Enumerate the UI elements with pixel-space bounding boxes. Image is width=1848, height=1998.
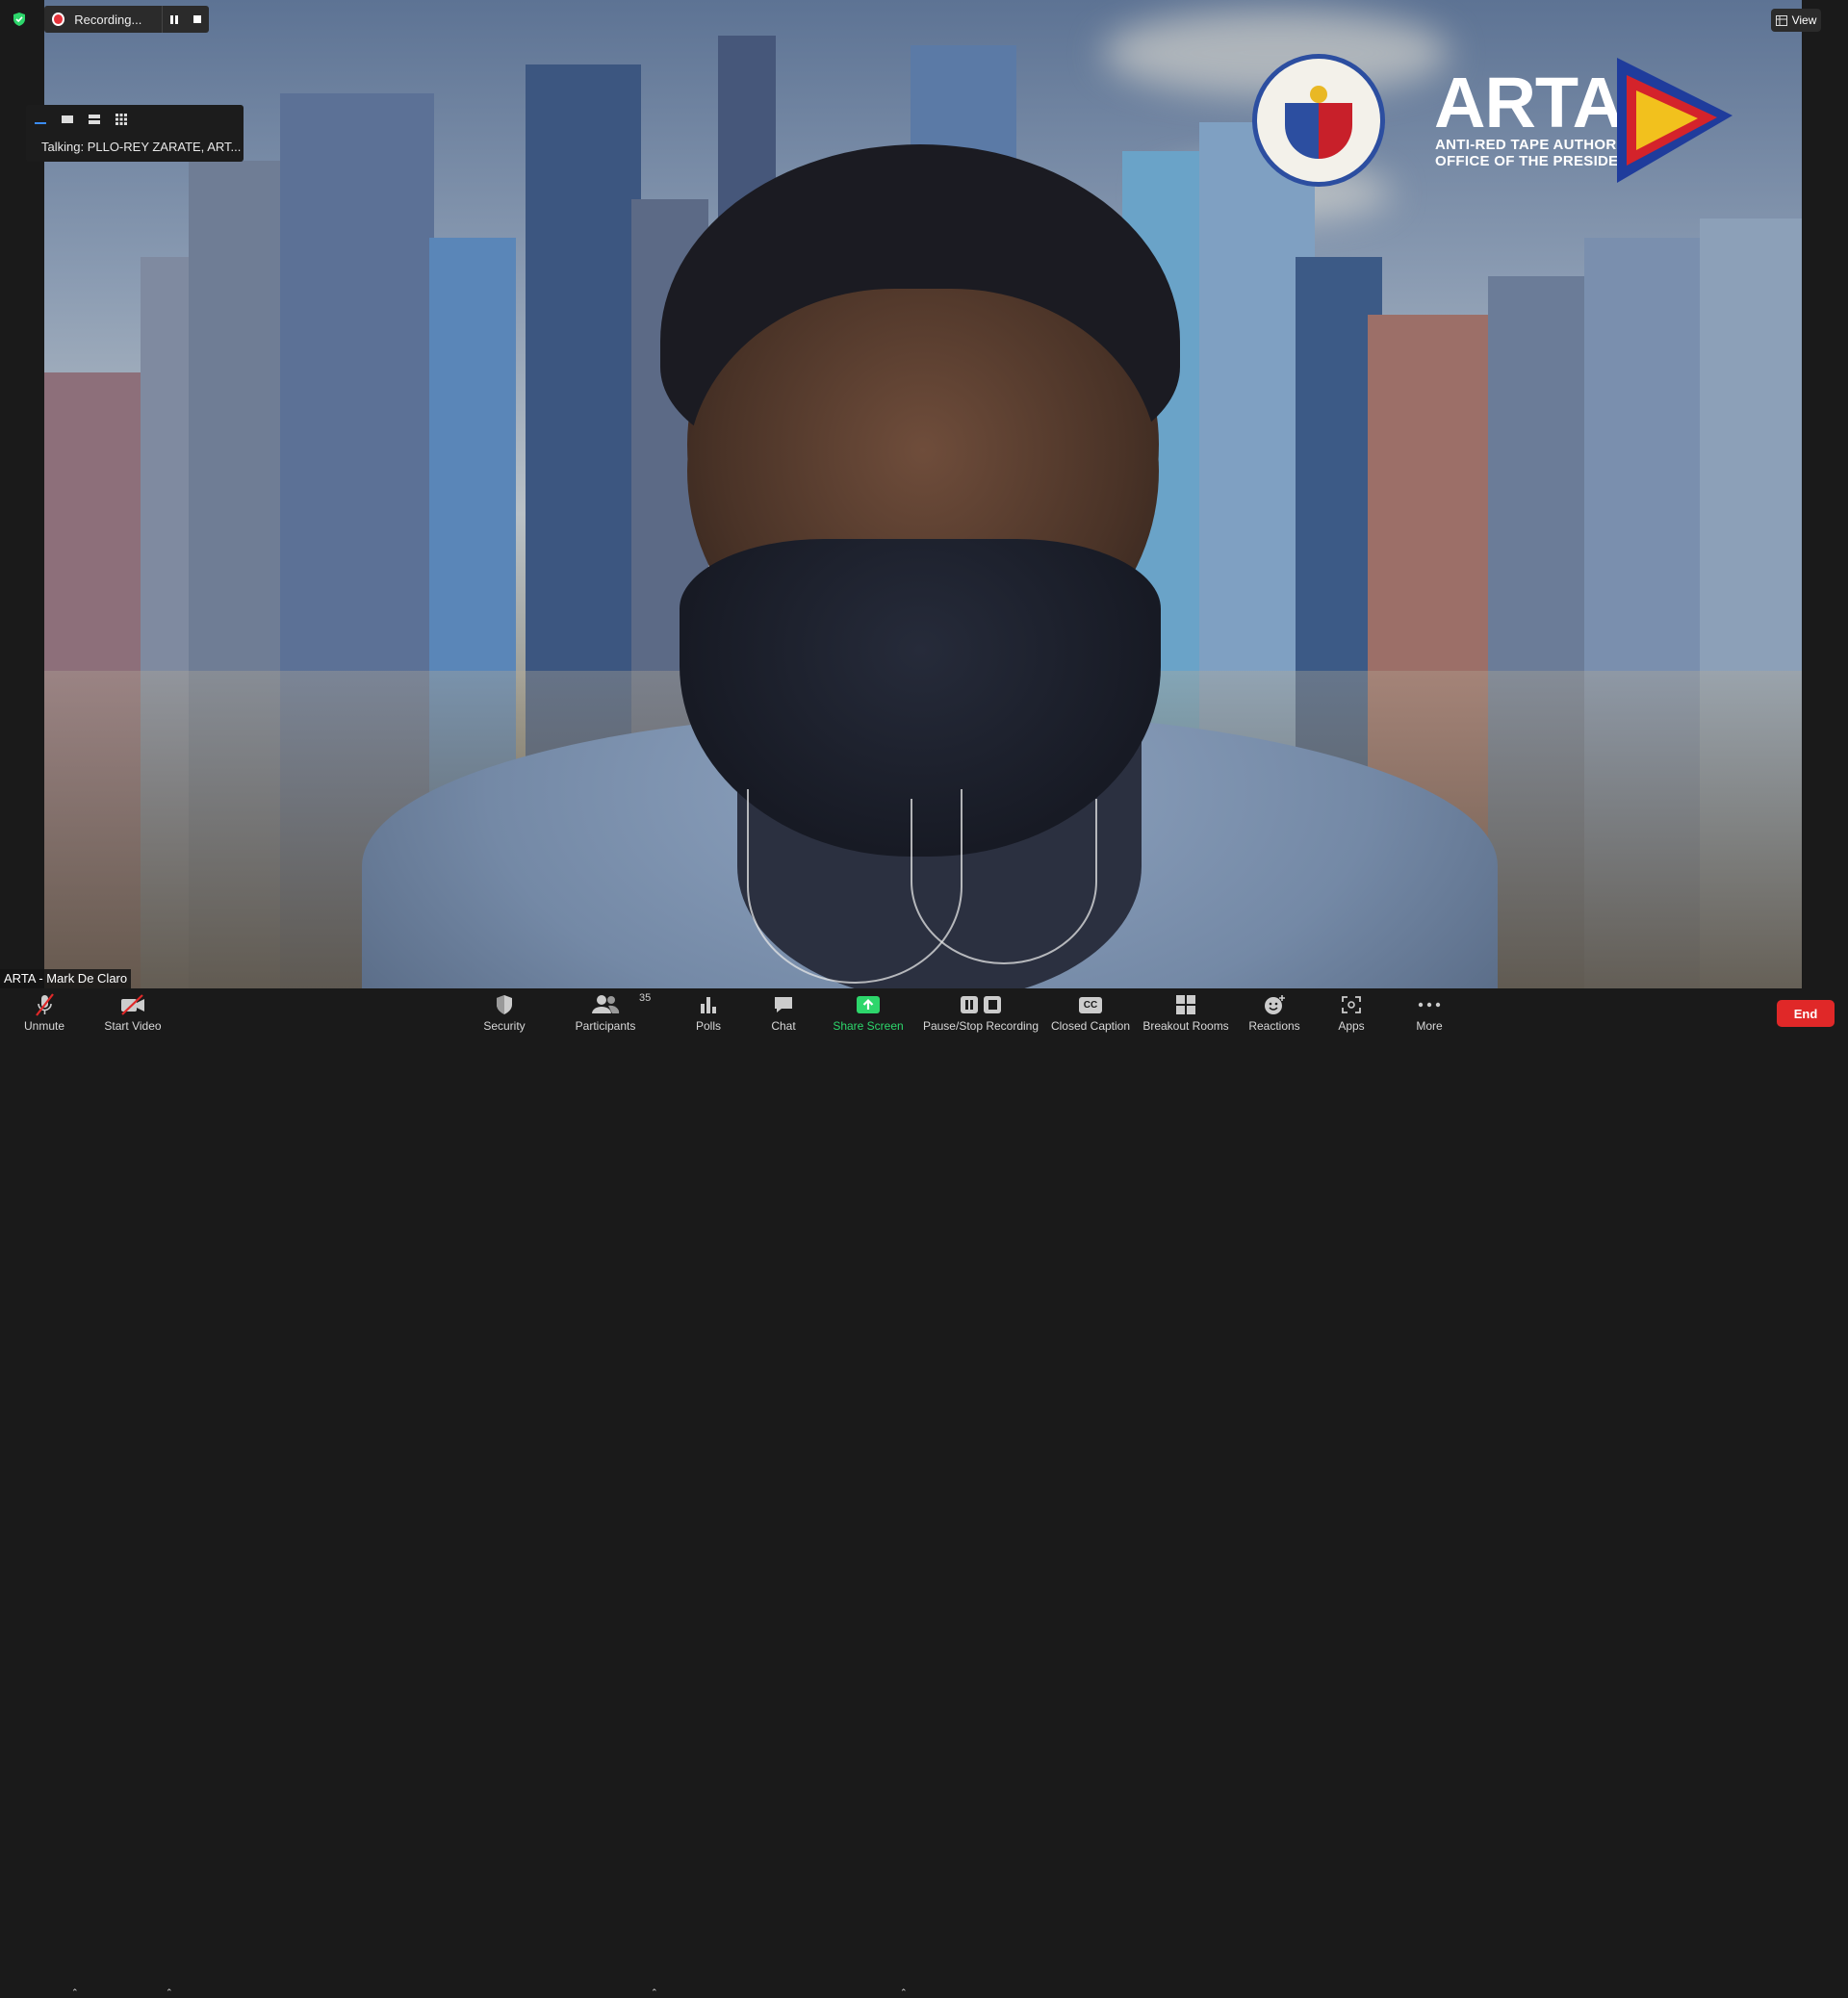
more-button[interactable]: More	[1415, 992, 1444, 1037]
security-label: Security	[483, 1019, 526, 1033]
participants-label: Participants	[575, 1019, 636, 1033]
gallery-view-icon[interactable]	[113, 113, 130, 126]
recording-status: Recording...	[74, 12, 142, 27]
video-layout-switcher	[32, 113, 130, 126]
security-shield-icon[interactable]	[11, 11, 28, 28]
arta-flag-icon	[1617, 58, 1732, 183]
breakout-rooms-icon	[1176, 995, 1195, 1014]
view-button[interactable]: View	[1771, 9, 1821, 32]
share-options-caret-icon[interactable]: ⌃	[900, 1987, 908, 1998]
view-button-label: View	[1791, 13, 1817, 27]
chat-button[interactable]: Chat	[770, 992, 797, 1037]
audio-options-caret-icon[interactable]: ⌃	[71, 1987, 79, 1998]
recording-indicator: Recording...	[44, 6, 209, 33]
stop-recording-button[interactable]	[186, 15, 209, 23]
stop-icon	[984, 996, 1001, 1013]
pause-recording-button[interactable]	[163, 14, 186, 24]
reactions-button[interactable]: Reactions	[1248, 992, 1300, 1037]
apps-label: Apps	[1338, 1019, 1365, 1033]
more-label: More	[1416, 1019, 1443, 1033]
stacked-view-icon[interactable]	[86, 113, 103, 126]
breakout-rooms-button[interactable]: Breakout Rooms	[1142, 992, 1229, 1037]
video-camera-off-icon	[121, 994, 144, 1015]
participants-button[interactable]: 35 Participants	[574, 992, 652, 1037]
closed-caption-icon: CC	[1079, 996, 1102, 1013]
reactions-smiley-icon	[1265, 995, 1285, 1014]
meeting-toolbar: Unmute ⌃ Start Video ⌃ Security 35 Parti…	[0, 988, 1848, 1997]
talking-indicator: Talking: PLLO-REY ZARATE, ART...	[41, 140, 242, 154]
video-options-caret-icon[interactable]: ⌃	[166, 1987, 173, 1998]
chat-label: Chat	[771, 1019, 796, 1033]
video-feed: ARTA ANTI-RED TAPE AUTHORITY OFFICE OF T…	[44, 0, 1802, 988]
participant-name-label: ARTA - Mark De Claro	[0, 969, 132, 988]
talking-panel: Talking: PLLO-REY ZARATE, ART...	[26, 105, 244, 162]
participants-count: 35	[639, 992, 652, 1004]
apps-icon	[1342, 996, 1361, 1013]
seal-logo	[1252, 54, 1385, 187]
more-dots-icon	[1418, 1002, 1441, 1008]
unmute-label: Unmute	[23, 1019, 65, 1033]
minimize-icon[interactable]	[32, 113, 49, 126]
reactions-label: Reactions	[1248, 1019, 1300, 1033]
participants-icon	[592, 995, 620, 1013]
breakout-rooms-label: Breakout Rooms	[1142, 1019, 1229, 1033]
earphone-cable	[911, 799, 1097, 964]
arta-logo-subtitle: ANTI-RED TAPE AUTHORITY OFFICE OF THE PR…	[1435, 137, 1640, 169]
speaker-view-icon[interactable]	[59, 113, 76, 126]
recording-dot-icon	[52, 13, 65, 26]
polls-bar-chart-icon	[701, 997, 716, 1013]
apps-button[interactable]: Apps	[1338, 992, 1365, 1037]
start-video-label: Start Video	[104, 1019, 162, 1033]
arta-subtitle-line1: ANTI-RED TAPE AUTHORITY	[1435, 137, 1640, 153]
security-shield-icon	[497, 995, 512, 1014]
security-button[interactable]: Security	[481, 992, 527, 1037]
start-video-button[interactable]: Start Video	[102, 992, 164, 1037]
participants-options-caret-icon[interactable]: ⌃	[651, 1987, 658, 1998]
end-meeting-button[interactable]: End	[1777, 1000, 1835, 1027]
microphone-muted-icon	[36, 993, 54, 1016]
arta-logo-text: ARTA	[1434, 63, 1624, 142]
share-screen-button[interactable]: Share Screen	[833, 992, 904, 1037]
closed-caption-label: Closed Caption	[1050, 1019, 1131, 1033]
chat-bubble-icon	[775, 997, 792, 1012]
share-screen-arrow-icon	[857, 996, 880, 1013]
polls-label: Polls	[695, 1019, 721, 1033]
closed-caption-button[interactable]: CC Closed Caption	[1051, 992, 1130, 1037]
arta-subtitle-line2: OFFICE OF THE PRESIDENT	[1435, 153, 1639, 169]
view-grid-icon	[1775, 14, 1787, 26]
unmute-button[interactable]: Unmute	[21, 992, 67, 1037]
pause-stop-recording-button[interactable]: Pause/Stop Recording	[922, 992, 1040, 1037]
share-screen-label: Share Screen	[833, 1019, 904, 1033]
polls-button[interactable]: Polls	[693, 992, 724, 1037]
pause-stop-recording-label: Pause/Stop Recording	[922, 1019, 1040, 1033]
pause-icon	[961, 996, 978, 1013]
